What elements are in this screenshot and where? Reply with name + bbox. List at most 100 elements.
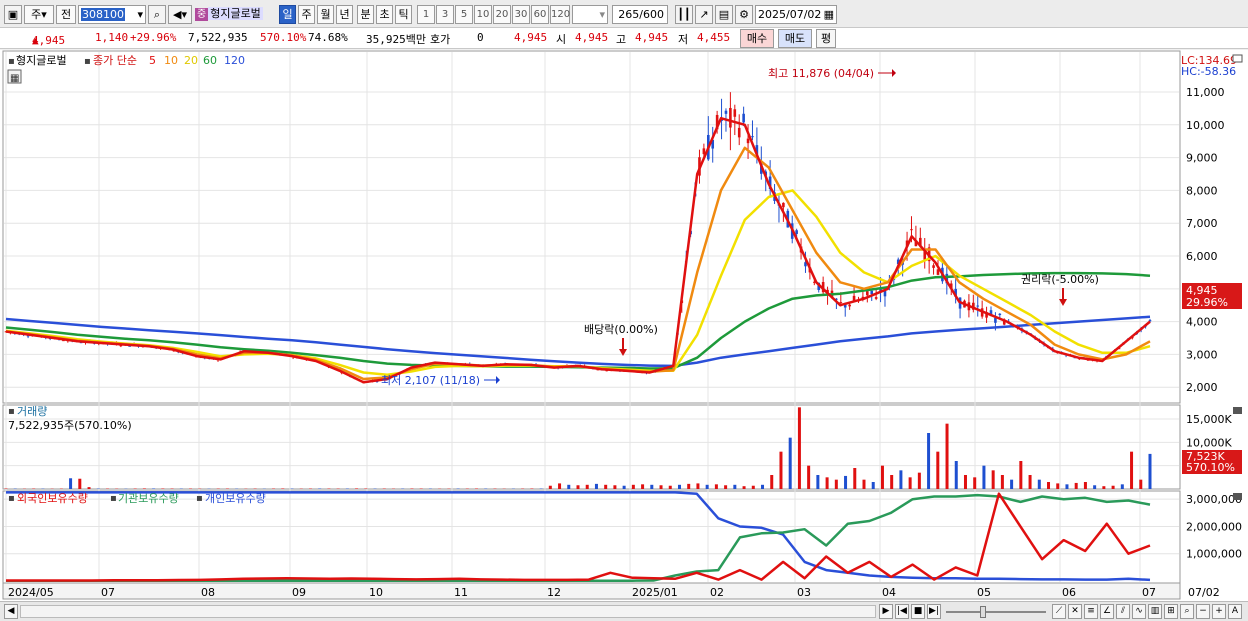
legend-dot-icon: ▪ (110, 493, 117, 504)
volume-ratio: 570.10% (260, 31, 307, 44)
date-input[interactable]: 2025/07/02 ▦ (755, 5, 837, 24)
horizontal-scrollbar[interactable] (20, 605, 876, 618)
volume-bar (1083, 482, 1087, 489)
volume-bar (1065, 484, 1069, 489)
volume-bar (677, 484, 681, 489)
interval-20[interactable]: 20 (493, 5, 511, 24)
candle-body (910, 229, 913, 231)
dividend-annotation: 배당락(0.00%) (584, 323, 658, 336)
last-page-icon[interactable]: ▶| (927, 604, 941, 619)
search-icon[interactable]: ⌕ (148, 5, 166, 24)
angle-icon[interactable]: ∠ (1100, 604, 1114, 619)
interval-1[interactable]: 1 (417, 5, 435, 24)
collapse-icon[interactable] (1233, 493, 1242, 500)
interval-5[interactable]: 5 (455, 5, 473, 24)
stop-icon[interactable]: ■ (911, 604, 925, 619)
volume-bar (834, 479, 838, 489)
high-value: 4,945 (635, 31, 669, 44)
scroll-right-icon[interactable]: ▶ (879, 604, 893, 619)
price-axis-label: 8,000 (1186, 184, 1218, 197)
average-button[interactable]: 평 (816, 29, 836, 48)
interval-120[interactable]: 120 (550, 5, 570, 24)
sound-icon[interactable]: ◀▾ (168, 5, 192, 24)
font-size-icon[interactable]: A (1228, 604, 1242, 619)
period-day[interactable]: 일 (279, 5, 296, 24)
volume-bar (991, 470, 995, 489)
bars-icon[interactable]: ▥ (1148, 604, 1162, 619)
x-axis-label: 02 (710, 586, 724, 599)
x-axis-label: 10 (369, 586, 383, 599)
zoom-slider[interactable] (946, 611, 1046, 613)
fibo-icon[interactable]: ≡ (1084, 604, 1098, 619)
period-year[interactable]: 년 (336, 5, 353, 24)
wave-icon[interactable]: ∿ (1132, 604, 1146, 619)
volume-bar (724, 485, 728, 489)
buy-button[interactable]: 매수 (740, 29, 774, 48)
volume-bar (788, 437, 792, 489)
volume-bar (622, 485, 626, 489)
stock-chart[interactable]: 11,00010,0009,0008,0007,0006,0005,0004,0… (0, 50, 1248, 601)
zoom-out-icon[interactable]: − (1196, 604, 1210, 619)
period-week[interactable]: 주 (298, 5, 315, 24)
first-page-icon[interactable]: |◀ (895, 604, 909, 619)
stock-code-input[interactable]: 308100 ▾ (78, 5, 146, 24)
menu-label: 주 (31, 8, 42, 21)
hoga-label: 호가 (430, 33, 451, 46)
volume-bar (742, 486, 746, 489)
volume-bar (78, 478, 82, 489)
zoom-slider-thumb[interactable] (980, 606, 986, 618)
legend-dot-icon: ▪ (8, 56, 15, 67)
crosshair-icon[interactable]: ✕ (1068, 604, 1082, 619)
period-month[interactable]: 월 (317, 5, 334, 24)
open-label: 시 (556, 33, 567, 46)
price-axis-label: 3,000 (1186, 348, 1218, 361)
collapse-icon[interactable] (1232, 54, 1243, 63)
interval-3[interactable]: 3 (436, 5, 454, 24)
change-pct: +29.96% (130, 31, 177, 44)
legend-ma5: 5 (149, 54, 156, 67)
trendline-icon[interactable]: ⟋ (1052, 604, 1066, 619)
prev-button[interactable]: 전 (56, 5, 76, 24)
candle-type-icon[interactable]: ┃┃ (675, 5, 693, 24)
trend-tool-icon[interactable]: ↗ (695, 5, 713, 24)
volume-bar (816, 475, 820, 489)
period-minute[interactable]: 분 (357, 5, 374, 24)
volume-bar (770, 475, 774, 489)
volume-bar (917, 472, 921, 489)
volume-bar (945, 423, 949, 489)
rights-annotation: 권리락(-5.00%) (1021, 273, 1099, 286)
interval-custom-select[interactable]: ▾ (572, 5, 608, 24)
volume-bar (1019, 461, 1023, 489)
zoom-in-icon[interactable]: + (1212, 604, 1226, 619)
sell-button[interactable]: 매도 (778, 29, 812, 48)
magnifier-icon[interactable]: ⌕ (1180, 604, 1194, 619)
window-menu-icon[interactable]: ▣ (4, 5, 22, 24)
interval-60[interactable]: 60 (531, 5, 549, 24)
save-icon[interactable]: ▤ (715, 5, 733, 24)
stock-name-field[interactable]: 중 형지글로벌 (195, 6, 263, 24)
price-tag-pct: 29.96% (1186, 296, 1228, 309)
scroll-left-icon[interactable]: ◀ (4, 604, 18, 619)
chart-canvas[interactable]: 11,00010,0009,0008,0007,0006,0005,0004,0… (0, 50, 1248, 601)
price-axis-label: 6,000 (1186, 250, 1218, 263)
grid-icon[interactable]: ⊞ (1164, 604, 1178, 619)
volume-bar (973, 477, 977, 489)
count-input[interactable]: 265/600 (612, 5, 668, 24)
candle-body (751, 136, 754, 138)
legend-institution: 기관보유수량 (118, 492, 179, 505)
volume-bar (954, 461, 958, 489)
collapse-icon[interactable] (1233, 407, 1242, 414)
volume-bar (1074, 482, 1078, 489)
volume-value: 7,522,935 (188, 31, 248, 44)
volume-bar (585, 484, 589, 489)
interval-30[interactable]: 30 (512, 5, 530, 24)
menu-dropdown[interactable]: 주▾ (24, 5, 54, 24)
period-tick[interactable]: 틱 (395, 5, 412, 24)
volume-bar (1102, 486, 1106, 489)
gear-icon[interactable]: ⚙ (735, 5, 753, 24)
interval-10[interactable]: 10 (474, 5, 492, 24)
channel-icon[interactable]: ⫽ (1116, 604, 1130, 619)
x-axis-strip (2, 582, 1181, 600)
period-second[interactable]: 초 (376, 5, 393, 24)
candle-body (795, 230, 798, 234)
